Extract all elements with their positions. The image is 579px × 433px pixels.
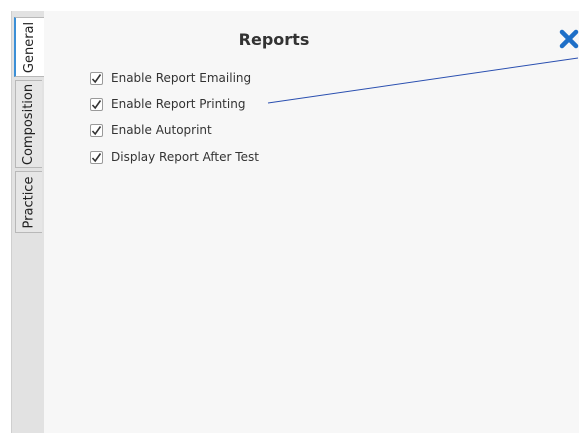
tab-general[interactable]: General <box>14 17 44 77</box>
option-label: Enable Report Emailing <box>111 71 252 85</box>
checkbox-display-report-after-test[interactable] <box>90 150 103 164</box>
checkmark-icon <box>91 99 102 109</box>
close-button[interactable] <box>559 29 579 49</box>
tab-practice-label: Practice <box>21 176 37 228</box>
tab-composition-label: Composition <box>21 83 37 165</box>
option-report-printing[interactable]: Enable Report Printing <box>90 95 245 113</box>
reports-panel: Reports Enable Report Emailing Enable Re… <box>44 11 579 433</box>
panel-title: Reports <box>238 30 310 49</box>
option-display-report-after-test[interactable]: Display Report After Test <box>90 148 259 166</box>
tab-practice[interactable]: Practice <box>15 171 42 233</box>
tab-composition[interactable]: Composition <box>15 80 42 168</box>
checkbox-report-printing[interactable] <box>90 97 103 111</box>
tab-general-label: General <box>22 21 38 73</box>
checkmark-icon <box>91 125 102 135</box>
option-autoprint[interactable]: Enable Autoprint <box>90 121 212 139</box>
checkmark-icon <box>91 152 102 162</box>
option-label: Enable Autoprint <box>111 123 212 137</box>
checkbox-report-emailing[interactable] <box>90 71 103 85</box>
close-x-icon <box>559 29 579 49</box>
option-report-emailing[interactable]: Enable Report Emailing <box>90 69 251 87</box>
option-label: Enable Report Printing <box>111 97 246 111</box>
settings-window: General Composition Practice Reports Ena… <box>0 0 579 433</box>
checkbox-autoprint[interactable] <box>90 123 103 137</box>
option-label: Display Report After Test <box>111 150 259 164</box>
checkmark-icon <box>91 73 102 83</box>
